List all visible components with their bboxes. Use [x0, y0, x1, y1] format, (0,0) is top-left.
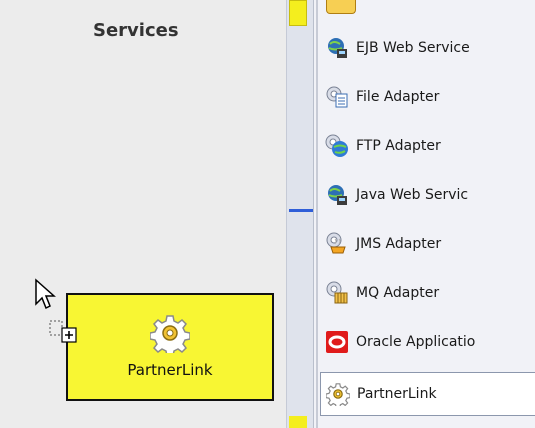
lane-title: Services: [93, 20, 179, 41]
partner-link-box[interactable]: PartnerLink: [66, 293, 274, 401]
diagram-scroll-strip[interactable]: [286, 0, 314, 428]
mq-adapter-icon: [324, 280, 350, 306]
strip-marker-bottom: [289, 416, 307, 428]
palette-item-label: File Adapter: [356, 89, 440, 105]
palette-item-ejb-web-service[interactable]: EJB Web Service: [324, 31, 535, 65]
gear-icon: [150, 315, 190, 353]
palette-item-mq-adapter[interactable]: MQ Adapter: [324, 276, 535, 310]
palette-edge: [316, 0, 318, 428]
oracle-applications-icon: [324, 329, 350, 355]
palette-item-label: MQ Adapter: [356, 285, 440, 301]
palette-item-file-adapter[interactable]: File Adapter: [324, 80, 535, 114]
strip-marker-top: [289, 0, 307, 26]
palette-item-java-web-service[interactable]: Java Web Servic: [324, 178, 535, 212]
palette-item-label: EJB Web Service: [356, 40, 470, 56]
palette-item-label: Oracle Applicatio: [356, 334, 476, 350]
palette-item-label: Java Web Servic: [356, 187, 469, 203]
mouse-pointer-icon: [35, 278, 56, 310]
palette-item-partnerlink[interactable]: PartnerLink: [320, 372, 535, 416]
partnerlink-icon: [325, 381, 351, 407]
palette-item-oracle-applications[interactable]: Oracle Applicatio: [324, 325, 535, 359]
palette-item-label: JMS Adapter: [356, 236, 442, 252]
palette-item-jms-adapter[interactable]: JMS Adapter: [324, 227, 535, 261]
palette-item-ftp-adapter[interactable]: FTP Adapter: [324, 129, 535, 163]
drag-add-icon: [49, 320, 77, 343]
file-adapter-icon: [324, 84, 350, 110]
palette-item-partial-icon: [326, 0, 356, 14]
strip-marker-middle: [289, 209, 313, 212]
partner-link-label: PartnerLink: [127, 361, 213, 379]
ftp-adapter-icon: [324, 133, 350, 159]
java-web-service-icon: [324, 182, 350, 208]
palette-item-label: PartnerLink: [357, 386, 437, 402]
palette-item-label: FTP Adapter: [356, 138, 441, 154]
ejb-web-service-icon: [324, 35, 350, 61]
jms-adapter-icon: [324, 231, 350, 257]
